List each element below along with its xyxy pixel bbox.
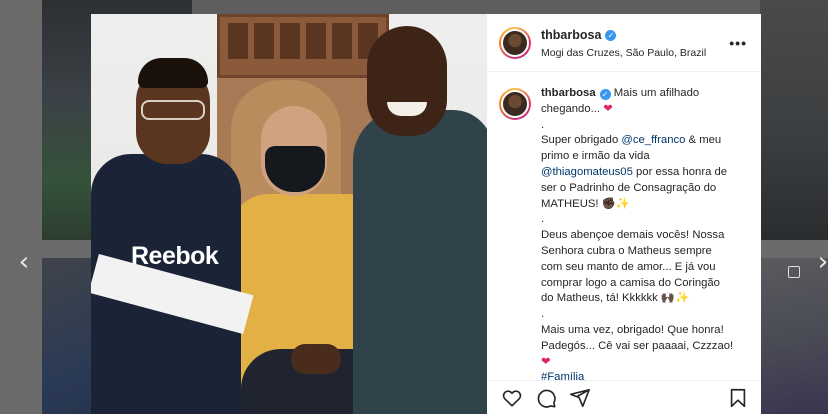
more-options-icon[interactable]: •••: [729, 35, 747, 51]
wine-shelf: [217, 14, 389, 78]
avatar[interactable]: [499, 88, 531, 120]
background-post-thumbnail[interactable]: [760, 258, 828, 414]
caption-line: MATHEUS! ✊🏿✨: [541, 197, 630, 210]
caption-line: & meu: [685, 134, 722, 147]
caption-line: Senhora cubra o Matheus sempre: [541, 244, 712, 257]
username-text[interactable]: thbarbosa: [541, 28, 601, 42]
share-icon[interactable]: [569, 387, 591, 409]
bookmark-icon[interactable]: [727, 387, 749, 409]
post-sidebar: thbarbosa ✓ Mogi das Cruzes, São Paulo, …: [487, 14, 761, 414]
caption-line: .: [541, 213, 545, 226]
action-bar: [487, 380, 761, 414]
caption-line: por essa honra de: [632, 165, 728, 178]
mention-link[interactable]: @thiagomateus05: [541, 166, 633, 178]
shirt-logo-text: Reebok: [131, 242, 219, 270]
caption-line: primo e irmão da vida: [541, 150, 650, 163]
mention-link[interactable]: @ce_ffranco: [621, 134, 685, 146]
caption-line: do Matheus, tá! Kkkkkk 🙌🏿✨: [541, 292, 690, 305]
post-photo[interactable]: Reebok: [91, 14, 487, 414]
previous-post-arrow-icon[interactable]: ‹: [16, 249, 32, 275]
caption-line: com seu manto de amor... E já vou: [541, 260, 716, 273]
caption-area: thbarbosa ✓ Mais um afilhado chegando... …: [487, 72, 761, 414]
caption-text: thbarbosa ✓ Mais um afilhado chegando... …: [541, 86, 733, 414]
caption-line: Mais um afilhado: [613, 87, 700, 99]
caption-line: comprar logo a camisa do Coringão: [541, 276, 720, 289]
person-right: [353, 110, 487, 414]
caption-line: .: [541, 118, 545, 131]
glasses: [141, 100, 205, 120]
caption-line: Deus abençoe demais vocês! Nossa: [541, 229, 725, 242]
post-header: thbarbosa ✓ Mogi das Cruzes, São Paulo, …: [487, 14, 761, 72]
caption-line: Super obrigado: [541, 134, 622, 147]
caption-line: .: [541, 308, 545, 321]
comment-icon[interactable]: [535, 387, 557, 409]
location-link[interactable]: Mogi das Cruzes, São Paulo, Brazil: [541, 47, 729, 59]
caption-line: Padegós... Cê vai ser paaaai, Czzzao!: [541, 339, 734, 352]
caption-line: ser o Padrinho de Consagração do: [541, 181, 717, 194]
heart-icon[interactable]: [501, 387, 523, 409]
header-username[interactable]: thbarbosa ✓: [541, 28, 617, 42]
verified-icon: ✓: [599, 89, 611, 100]
heart-emoji: ❤: [541, 355, 551, 368]
verified-icon: ✓: [605, 29, 617, 41]
carousel-icon: [788, 266, 800, 278]
caption-line: Mais uma vez, obrigado! Que honra!: [541, 323, 724, 336]
background-post-thumbnail[interactable]: [760, 0, 828, 240]
caption-username[interactable]: thbarbosa: [541, 87, 596, 99]
caption-line: chegando...: [541, 102, 601, 115]
heart-emoji: ❤: [603, 102, 613, 115]
next-post-arrow-icon[interactable]: ›: [815, 249, 828, 275]
background-header-strip: [192, 0, 760, 14]
avatar[interactable]: [499, 26, 531, 59]
post-modal: Reebok thbarbosa ✓ Mogi das Cruzes, São …: [91, 14, 761, 414]
